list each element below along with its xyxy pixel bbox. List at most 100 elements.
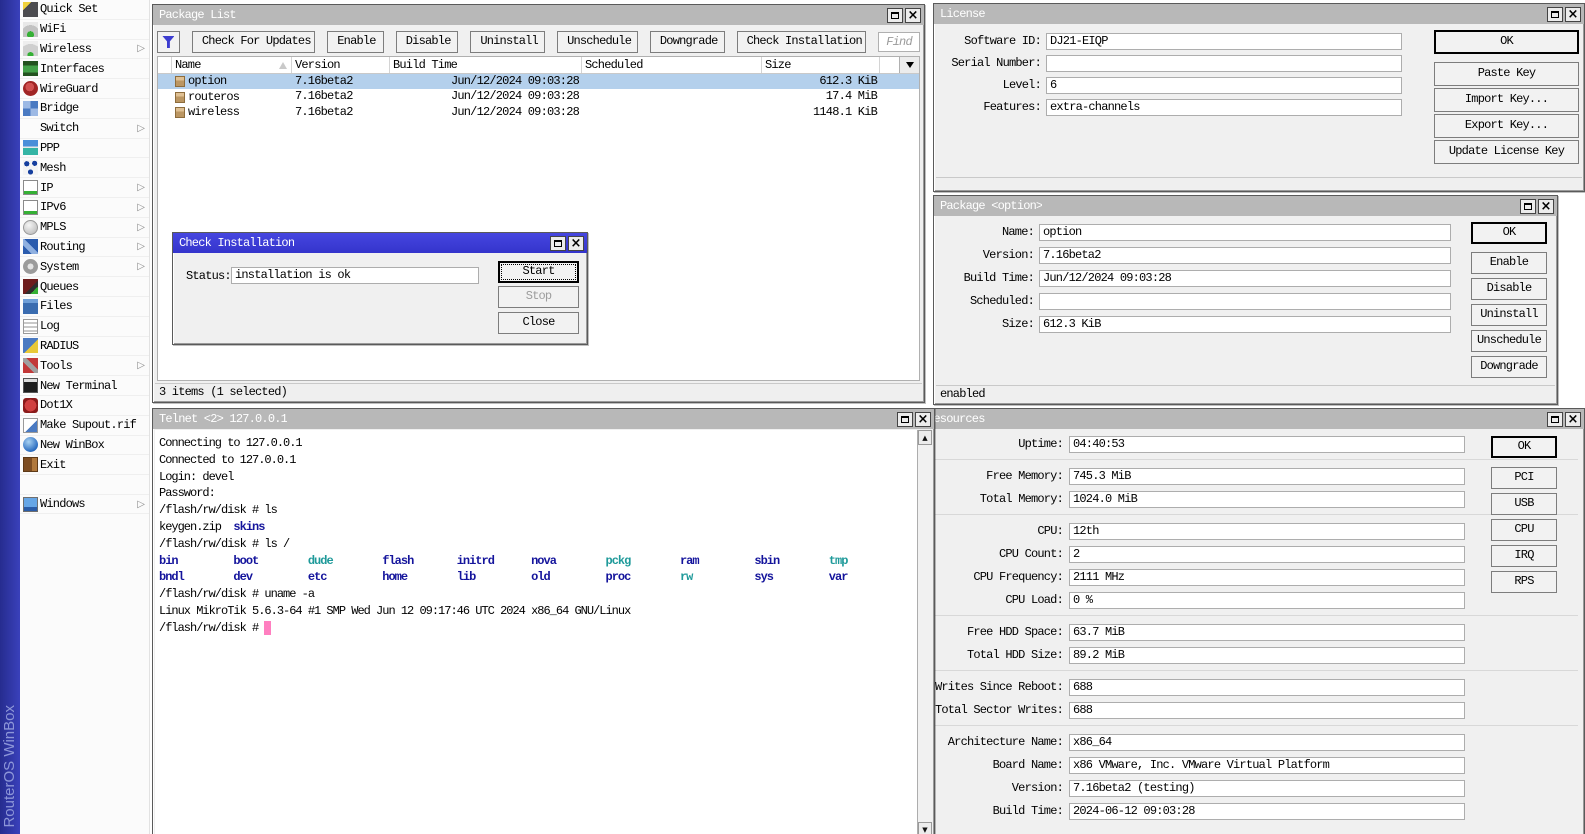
maximize-icon[interactable] (1547, 412, 1563, 427)
enable-button[interactable]: Enable (327, 31, 384, 53)
column-header-version[interactable]: Version (292, 57, 390, 73)
sidebar-item-wifi[interactable]: WiFi (20, 20, 149, 40)
uninstall-button[interactable]: Uninstall (1471, 304, 1547, 326)
export-key-button[interactable]: Export Key... (1434, 114, 1579, 138)
telnet-titlebar[interactable]: Telnet <2> 127.0.0.1 × (153, 409, 934, 429)
field-sector-writes-since-reboot[interactable]: 688 (1069, 679, 1465, 696)
sidebar-item-interfaces[interactable]: Interfaces (20, 59, 149, 79)
field-board-name[interactable]: x86 VMware, Inc. VMware Virtual Platform (1069, 757, 1465, 774)
sidebar-item-windows[interactable]: Windows▷ (20, 494, 149, 514)
sidebar-item-mesh[interactable]: Mesh (20, 158, 149, 178)
resources-titlebar[interactable]: Resources × (921, 409, 1584, 429)
field-scheduled[interactable] (1039, 293, 1451, 310)
field-version[interactable]: 7.16beta2 (testing) (1069, 780, 1465, 797)
sidebar-item-quick-set[interactable]: Quick Set (20, 0, 149, 20)
unschedule-button[interactable]: Unschedule (1471, 330, 1547, 352)
sidebar-item-ip[interactable]: IP▷ (20, 178, 149, 198)
ok-button[interactable]: OK (1491, 436, 1557, 458)
sidebar-item-files[interactable]: Files (20, 297, 149, 317)
pci-button[interactable]: PCI (1491, 467, 1557, 489)
enable-button[interactable]: Enable (1471, 252, 1547, 274)
sidebar-item-mpls[interactable]: MPLS▷ (20, 218, 149, 238)
disable-button[interactable]: Disable (1471, 278, 1547, 300)
terminal-output[interactable]: Connecting to 127.0.0.1Connected to 127.… (155, 430, 917, 834)
scroll-up-icon[interactable]: ▲ (918, 430, 932, 445)
field-total-hdd-size[interactable]: 89.2 MiB (1069, 647, 1465, 664)
field-free-hdd-space[interactable]: 63.7 MiB (1069, 624, 1465, 641)
field-total-memory[interactable]: 1024.0 MiB (1069, 491, 1465, 508)
start-button[interactable]: Start (498, 261, 579, 283)
field-features[interactable]: extra-channels (1046, 99, 1402, 116)
scroll-down-icon[interactable]: ▼ (918, 822, 932, 834)
package-option-titlebar[interactable]: Package <option> × (934, 196, 1557, 216)
sidebar-item-routing[interactable]: Routing▷ (20, 238, 149, 258)
field-free-memory[interactable]: 745.3 MiB (1069, 468, 1465, 485)
close-button[interactable]: Close (498, 312, 579, 334)
package-list-titlebar[interactable]: Package List × (153, 5, 924, 25)
terminal-scrollbar[interactable]: ▲ ▼ (917, 430, 932, 834)
sidebar-item-switch[interactable]: Switch▷ (20, 119, 149, 139)
field-architecture-name[interactable]: x86_64 (1069, 734, 1465, 751)
stop-button[interactable]: Stop (498, 286, 579, 308)
field-cpu-frequency[interactable]: 2111 MHz (1069, 569, 1465, 586)
filter-button[interactable] (157, 31, 180, 53)
maximize-icon[interactable] (887, 8, 903, 23)
field-software-id[interactable]: DJ21-EIQP (1046, 33, 1402, 50)
downgrade-button[interactable]: Downgrade (1471, 356, 1547, 378)
close-icon[interactable]: × (1565, 7, 1581, 22)
sidebar-item-log[interactable]: Log (20, 317, 149, 337)
maximize-icon[interactable] (1547, 7, 1563, 22)
field-level[interactable]: 6 (1046, 77, 1402, 94)
field-cpu[interactable]: 12th (1069, 523, 1465, 540)
downgrade-button[interactable]: Downgrade (650, 31, 725, 53)
close-icon[interactable]: × (915, 412, 931, 427)
maximize-icon[interactable] (550, 236, 566, 251)
field-build-time[interactable]: Jun/12/2024 09:03:28 (1039, 270, 1451, 287)
close-icon[interactable]: × (568, 236, 584, 251)
sidebar-item-radius[interactable]: RADIUS (20, 337, 149, 357)
sidebar-item-wireguard[interactable]: WireGuard (20, 79, 149, 99)
column-header-name[interactable]: Name (172, 57, 292, 73)
field-uptime[interactable]: 04:40:53 (1069, 436, 1465, 453)
field-cpu-count[interactable]: 2 (1069, 546, 1465, 563)
field-size[interactable]: 612.3 KiB (1039, 316, 1451, 333)
sidebar-item-dot1x[interactable]: Dot1X (20, 396, 149, 416)
cpu-button[interactable]: CPU (1491, 519, 1557, 541)
import-key-button[interactable]: Import Key... (1434, 88, 1579, 112)
update-license-key-button[interactable]: Update License Key (1434, 140, 1579, 164)
ok-button[interactable]: OK (1471, 222, 1547, 244)
sidebar-item-new-winbox[interactable]: New WinBox (20, 436, 149, 456)
sidebar-item-tools[interactable]: Tools▷ (20, 356, 149, 376)
rps-button[interactable]: RPS (1491, 571, 1557, 593)
maximize-icon[interactable] (1520, 199, 1536, 214)
field-name[interactable]: option (1039, 224, 1451, 241)
irq-button[interactable]: IRQ (1491, 545, 1557, 567)
field-serial-number[interactable] (1046, 55, 1402, 72)
close-icon[interactable]: × (1538, 199, 1554, 214)
status-field[interactable]: installation is ok (231, 267, 479, 284)
sidebar-item-exit[interactable]: Exit (20, 455, 149, 475)
maximize-icon[interactable] (897, 412, 913, 427)
license-titlebar[interactable]: License × (934, 4, 1584, 24)
unschedule-button[interactable]: Unschedule (557, 31, 638, 53)
field-build-time[interactable]: 2024-06-12 09:03:28 (1069, 803, 1465, 820)
paste-key-button[interactable]: Paste Key (1434, 62, 1579, 86)
sidebar-item-make-supout-rif[interactable]: Make Supout.rif (20, 416, 149, 436)
sidebar-item-ipv6[interactable]: IPv6▷ (20, 198, 149, 218)
disable-button[interactable]: Disable (396, 31, 459, 53)
close-icon[interactable]: × (1565, 412, 1581, 427)
sidebar-item-bridge[interactable]: Bridge (20, 99, 149, 119)
sidebar-item-queues[interactable]: Queues (20, 277, 149, 297)
usb-button[interactable]: USB (1491, 493, 1557, 515)
field-version[interactable]: 7.16beta2 (1039, 247, 1451, 264)
close-icon[interactable]: × (905, 8, 921, 23)
field-cpu-load[interactable]: 0 % (1069, 592, 1465, 609)
column-header-scheduled[interactable]: Scheduled (582, 57, 762, 73)
sidebar-item-ppp[interactable]: PPP (20, 139, 149, 159)
column-header-build-time[interactable]: Build Time (390, 57, 582, 73)
sidebar-item-wireless[interactable]: Wireless▷ (20, 40, 149, 60)
sidebar-item-system[interactable]: System▷ (20, 257, 149, 277)
uninstall-button[interactable]: Uninstall (470, 31, 545, 53)
field-total-sector-writes[interactable]: 688 (1069, 702, 1465, 719)
sidebar-item-new-terminal[interactable]: New Terminal (20, 376, 149, 396)
